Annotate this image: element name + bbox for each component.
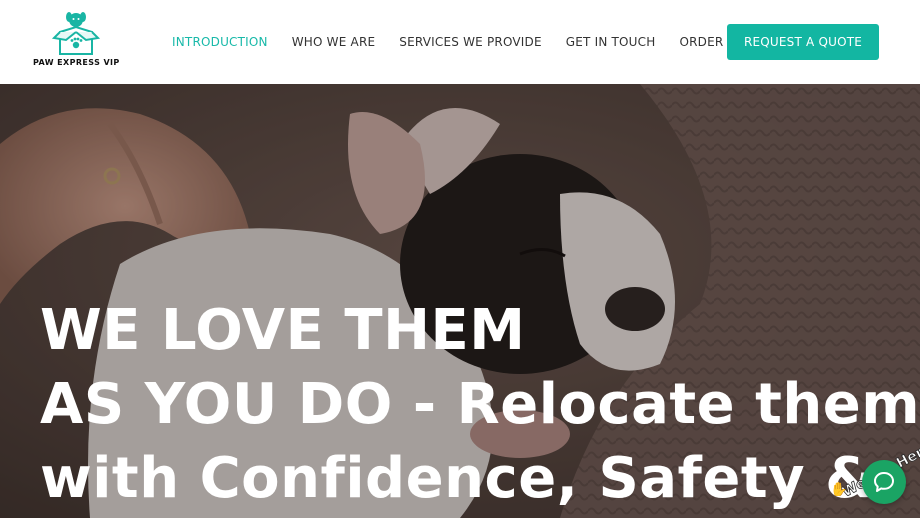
site-header: PAW EXPRESS VIP INTRODUCTION WHO WE ARE … [0,0,920,84]
waving-hand-icon: ✋ [830,481,847,496]
chat-widget[interactable]: We Are Here! ✋ [828,436,920,518]
headline-line: WE LOVE THEM [40,298,526,363]
nav-item-services[interactable]: SERVICES WE PROVIDE [399,35,541,49]
main-nav: INTRODUCTION WHO WE ARE SERVICES WE PROV… [172,35,774,49]
request-quote-button[interactable]: REQUEST A QUOTE [727,24,879,60]
brand-logo[interactable]: PAW EXPRESS VIP [30,10,120,70]
chat-bubble-icon [874,472,894,492]
brand-name: PAW EXPRESS VIP [33,58,120,67]
nav-item-get-in-touch[interactable]: GET IN TOUCH [566,35,656,49]
dog-in-box-icon [51,12,101,55]
headline-line: AS YOU DO - Relocate them [40,372,920,437]
nav-item-who-we-are[interactable]: WHO WE ARE [292,35,376,49]
nav-item-introduction[interactable]: INTRODUCTION [172,35,268,49]
chat-bubble-button[interactable] [862,460,906,504]
headline-line: with Confidence, Safety & [40,446,875,511]
hero-section: WE LOVE THEM AS YOU DO - Relocate them w… [0,84,920,518]
hero-headline: WE LOVE THEM AS YOU DO - Relocate them w… [40,294,920,516]
